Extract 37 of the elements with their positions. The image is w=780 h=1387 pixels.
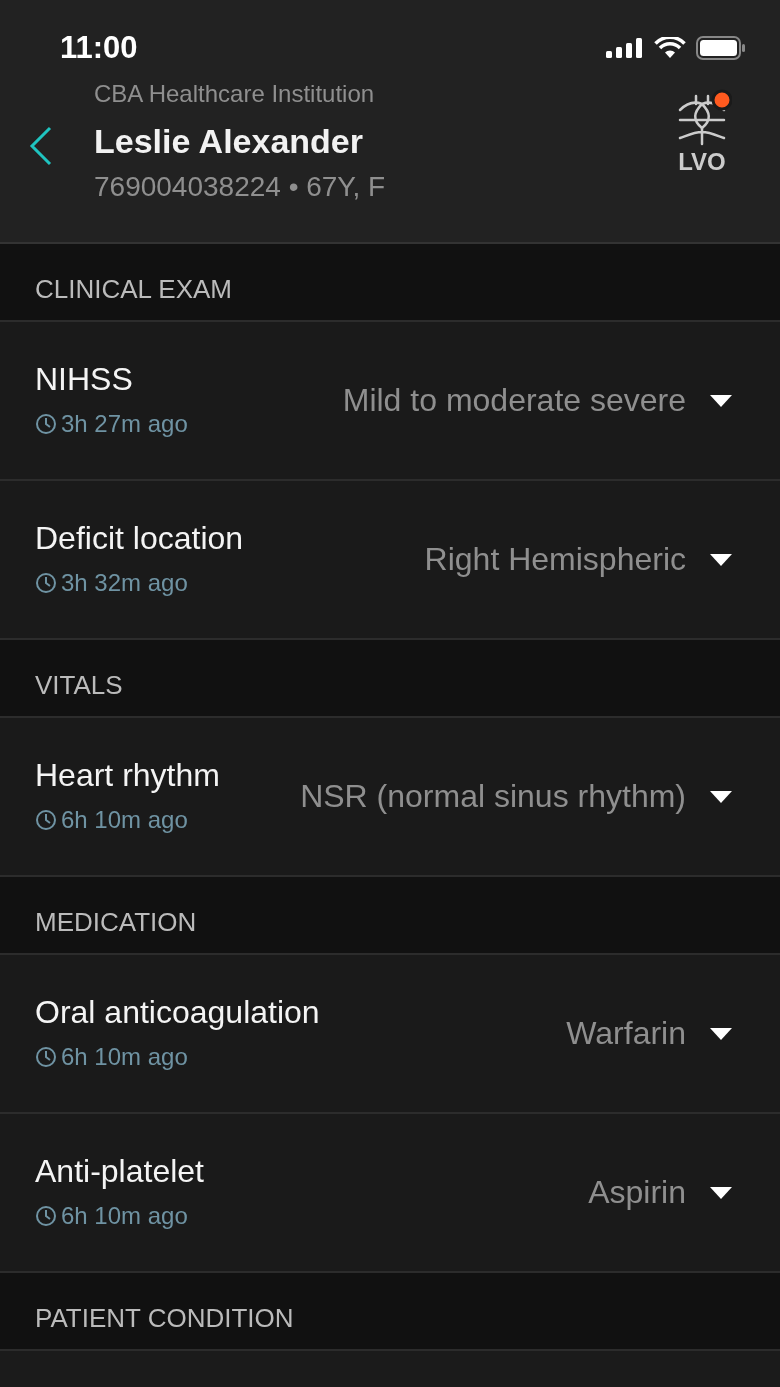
caret-icon — [710, 553, 732, 566]
section-header: VITALS — [0, 640, 780, 718]
wifi-icon — [654, 37, 686, 59]
value-dropdown[interactable]: NSR (normal sinus rhythm) — [300, 778, 732, 815]
caret-icon — [710, 394, 732, 407]
field-label: Heart rhythm — [35, 757, 220, 794]
section-header: PATIENT CONDITION — [0, 1273, 780, 1351]
status-time: 11:00 — [60, 30, 138, 66]
clock-icon — [35, 572, 57, 594]
clock-icon — [35, 413, 57, 435]
value-dropdown[interactable]: Mild to moderate severe — [342, 382, 732, 419]
section-header: MEDICATION — [0, 877, 780, 955]
clock-icon — [35, 1046, 57, 1068]
clock-icon — [35, 1205, 57, 1227]
field-label: Deficit location — [35, 520, 244, 557]
caret-icon — [710, 1186, 732, 1199]
timestamp: 3h 32m ago — [61, 569, 188, 597]
battery-icon — [696, 36, 746, 60]
signal-icon — [606, 38, 644, 58]
value-dropdown[interactable]: Warfarin — [566, 1015, 732, 1052]
caret-icon — [710, 1027, 732, 1040]
patient-name: Leslie Alexander — [94, 122, 364, 161]
timestamp: 3h 27m ago — [61, 410, 188, 438]
lvo-button[interactable]: LVO — [672, 88, 732, 176]
timestamp: 6h 10m ago — [61, 1043, 188, 1071]
timestamp: 6h 10m ago — [61, 806, 188, 834]
caret-icon — [710, 790, 732, 803]
institution-name: CBA Healthcare Institution — [94, 80, 376, 108]
timestamp: 6h 10m ago — [61, 1202, 188, 1230]
field-label: Oral anticoagulation — [35, 994, 320, 1031]
section-header: CLINICAL EXAM — [0, 244, 780, 322]
clock-icon — [35, 809, 57, 831]
patient-info: 769004038224 • 67Y, F — [94, 171, 386, 203]
field-label: Anti-platelet — [35, 1153, 204, 1190]
value-dropdown[interactable]: Aspirin — [588, 1174, 732, 1211]
field-label: NIHSS — [35, 361, 134, 398]
value-dropdown[interactable]: Right Hemispheric — [424, 541, 732, 578]
